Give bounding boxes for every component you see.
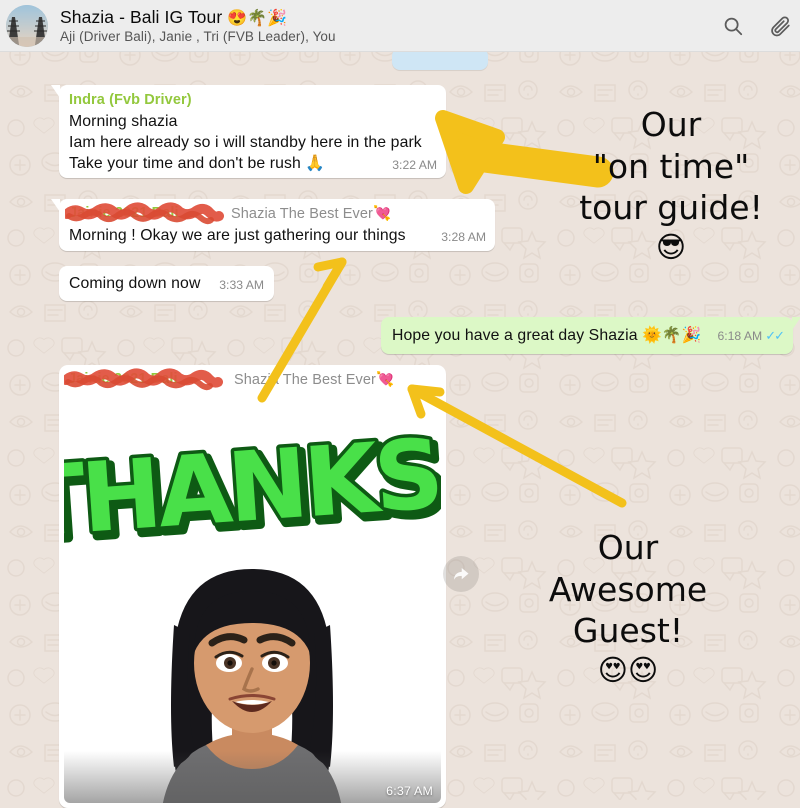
- forward-button[interactable]: [443, 556, 479, 592]
- annotation-emoji: 😍😍: [597, 652, 659, 687]
- message-bubble-incoming[interactable]: Indra (Fvb Driver) Morning shazia Iam he…: [59, 85, 446, 178]
- image-gradient-overlay: [64, 751, 441, 803]
- message-meta: 6:18 AM ✓✓: [717, 328, 785, 346]
- annotation-line: "on time": [592, 146, 750, 186]
- annotation-line: tour guide!: [579, 188, 763, 228]
- chat-title-text: Shazia - Bali IG Tour: [60, 7, 228, 27]
- image-attachment[interactable]: THANKS! THANKS! THANKS! 6:37 AM: [64, 395, 441, 803]
- avatar[interactable]: [6, 4, 48, 47]
- message-bubble-image[interactable]: Jainie 2021 Bali Shazia The Best Ever💘 T…: [59, 365, 446, 808]
- annotation-line: Our: [640, 105, 702, 144]
- paperclip-icon[interactable]: [770, 15, 792, 37]
- message-text: Morning ! Okay we are just gathering our…: [69, 227, 406, 244]
- message-line: Iam here already so i will standby here …: [69, 134, 422, 151]
- sender-row: Jainie 2021 Bali Shazia The Best Ever💘: [64, 368, 441, 391]
- annotation-line: Guest!: [572, 611, 684, 651]
- message-line: Morning shazia: [69, 113, 178, 130]
- message-sender-suffix: Shazia The Best Ever💘: [231, 206, 392, 222]
- title-emojis: 😍🌴🎉: [227, 10, 288, 27]
- forward-arrow-icon: [453, 568, 469, 580]
- chat-header: Shazia - Bali IG Tour 😍🌴🎉 Aji (Driver Ba…: [0, 0, 800, 52]
- message-bubble-incoming[interactable]: Coming down now 3:33 AM: [59, 266, 274, 301]
- sender-row: Jainie 2021 Bali Shazia The Best Ever💘: [65, 202, 486, 225]
- message-timestamp: 6:37 AM: [386, 784, 433, 798]
- message-bubble-outgoing[interactable]: Hope you have a great day Shazia 🌞🌴🎉 6:1…: [381, 317, 793, 354]
- message-timestamp: 3:33 AM: [219, 278, 264, 292]
- message-line: Take your time and don't be rush 🙏: [69, 155, 326, 172]
- thanks-bitmoji-sticker: THANKS! THANKS! THANKS!: [64, 395, 441, 803]
- message-text: Coming down now: [69, 275, 201, 292]
- participant-list: Aji (Driver Bali), Janie , Tri (FVB Lead…: [60, 29, 336, 44]
- message-text: Hope you have a great day Shazia 🌞🌴🎉: [392, 327, 702, 344]
- message-timestamp: 3:22 AM: [392, 158, 437, 172]
- message-timestamp: 3:28 AM: [441, 230, 486, 244]
- annotation-text-bottom: Our Awesome Guest! 😍😍: [505, 527, 751, 687]
- message-sender: Indra (Fvb Driver): [69, 92, 192, 108]
- message-sender-redacted: Jainie 2021 Bali: [68, 371, 178, 387]
- annotation-emoji: 😎: [655, 229, 687, 264]
- annotation-text-top: Our "on time" tour guide! 😎: [548, 104, 794, 264]
- header-text-group: Shazia - Bali IG Tour 😍🌴🎉 Aji (Driver Ba…: [60, 7, 722, 44]
- page-title: Shazia - Bali IG Tour 😍🌴🎉: [60, 7, 722, 28]
- annotation-line: Our: [597, 528, 659, 567]
- message-sender-suffix: Shazia The Best Ever💘: [234, 372, 395, 388]
- message-sender-redacted: Jainie 2021 Bali: [69, 205, 179, 221]
- message-timestamp: 6:18 AM: [717, 329, 763, 343]
- search-icon[interactable]: [722, 15, 744, 37]
- annotation-line: Awesome: [548, 569, 708, 609]
- read-receipt-icon: ✓✓: [765, 328, 785, 343]
- header-actions: [722, 15, 792, 37]
- message-bubble-incoming[interactable]: Jainie 2021 Bali Shazia The Best Ever💘 M…: [59, 199, 495, 251]
